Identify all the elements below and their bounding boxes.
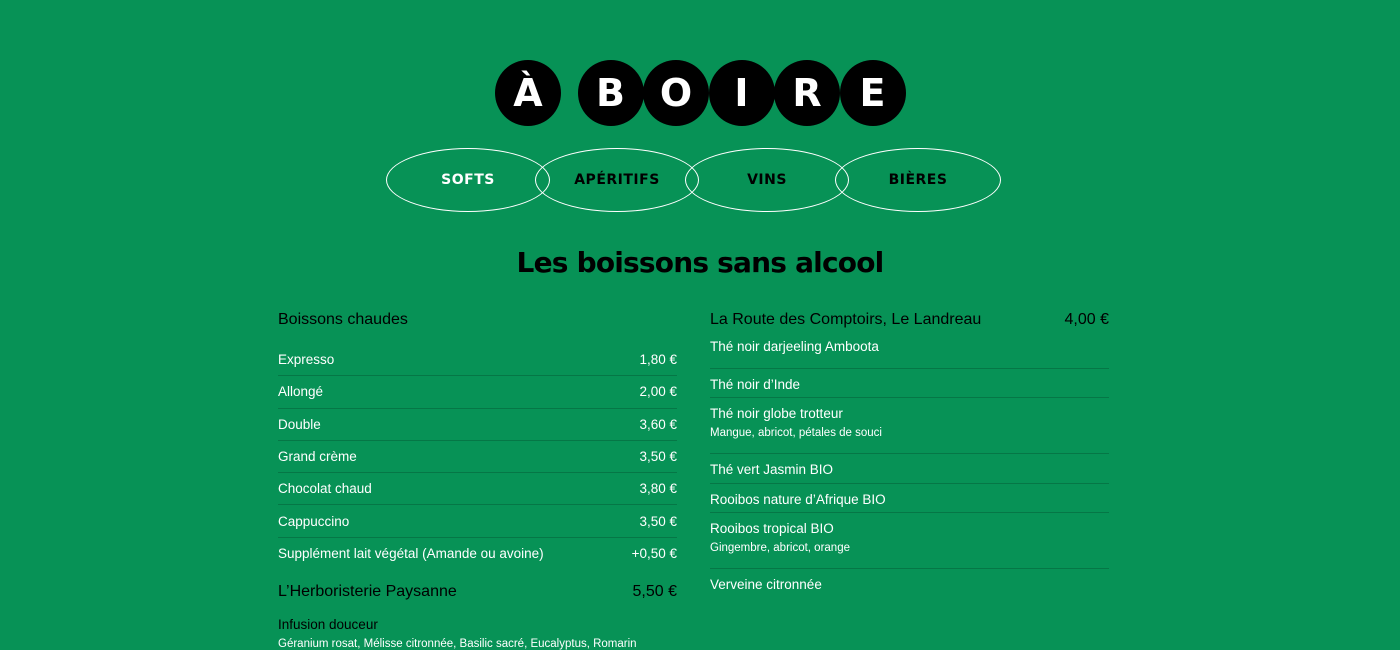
menu-row: Double 3,60 € [278,409,677,441]
item-name: Grand crème [278,449,357,465]
item-name: Allongé [278,384,324,400]
item-price: +0,50 € [631,546,677,562]
group-price: 5,50 € [632,583,677,601]
hot-drinks-list: Expresso 1,80 € Allongé 2,00 € Double 3,… [278,344,677,570]
tab-softs[interactable]: SOFTS [386,148,550,212]
tab-vins[interactable]: VINS [685,148,849,212]
menu-row: Supplément lait végétal (Amande ou avoin… [278,538,677,570]
item-price: 1,80 € [639,352,677,368]
item-name: Thé vert Jasmin BIO [710,462,834,477]
item-name: Double [278,416,321,432]
group-title: Boissons chaudes [278,311,408,328]
hero-letters: ÀBOIRE [495,60,906,126]
tea-row: Thé noir d’Inde [710,369,1109,398]
item-name: Supplément lait végétal (Amande ou avoin… [278,546,544,562]
tea-row: Rooibos nature d’Afrique BIO [710,484,1109,513]
item-price: 3,50 € [639,449,677,465]
group-title: L’Herboristerie Paysanne [278,583,457,601]
hero-letter-circle: E [839,60,906,126]
group-header-hot-drinks: Boissons chaudes [278,310,677,330]
hero-letter-circle: B [577,60,644,126]
menu-row: Allongé 2,00 € [278,376,677,409]
tab-aperitifs[interactable]: APÉRITIFS [535,148,699,212]
item-name: Rooibos nature d’Afrique BIO [710,491,886,507]
item-name: Rooibos tropical BIO [710,521,834,536]
tea-row: Thé vert Jasmin BIO [710,454,1109,484]
tea-row: Verveine citronnée [710,569,1109,599]
category-tabs: SOFTS APÉRITIFS VINS BIÈRES [386,148,1002,216]
item-price: 3,80 € [639,481,677,497]
group-price: 4,00 € [1064,311,1109,328]
section-title: Les boissons sans alcool [516,246,885,279]
menu-column-left: Boissons chaudes Expresso 1,80 € Allongé… [278,310,677,650]
hero-letter-circle: O [643,60,709,126]
item-name: Cappuccino [278,513,350,529]
menu-row: Grand crème 3,50 € [278,441,677,474]
item-price: 3,50 € [639,513,677,529]
item-price: 3,60 € [639,416,677,432]
menu-column-right: La Route des Comptoirs, Le Landreau 4,00… [710,310,1109,599]
group-header-teas: La Route des Comptoirs, Le Landreau 4,00… [710,310,1109,330]
group-header-herboristerie: L’Herboristerie Paysanne 5,50 € [278,582,677,602]
infusion-description: Géranium rosat, Mélisse citronnée, Basil… [278,638,637,650]
item-name: Thé noir globe trotteur [710,406,843,421]
menu-row: Cappuccino 3,50 € [278,505,677,538]
item-name: Verveine citronnée [710,577,822,592]
teas-list: Thé noir darjeeling Amboota Thé noir d’In… [710,339,1109,599]
group-title: La Route des Comptoirs, Le Landreau [710,311,982,328]
item-name: Expresso [278,352,335,368]
hero-letter-circle: À [495,60,561,126]
tea-row: Rooibos tropical BIO Gingembre, abricot, … [710,513,1109,569]
tab-bieres[interactable]: BIÈRES [835,148,1001,212]
item-description: Gingembre, abricot, orange [710,542,850,554]
infusion-title: Infusion douceur [278,617,378,633]
item-description: Mangue, abricot, pétales de souci [710,427,882,439]
menu-row: Expresso 1,80 € [278,344,677,377]
item-name: Thé noir darjeeling Amboota [710,339,879,354]
item-name: Chocolat chaud [278,481,372,497]
hero-letter-circle: R [774,60,840,126]
hero-letter-circle: I [708,60,775,126]
hero-title: ÀBOIRE [0,60,1400,126]
item-price: 2,00 € [639,384,677,400]
menu-row: Chocolat chaud 3,80 € [278,473,677,506]
item-name: Thé noir d’Inde [710,376,801,392]
tea-row: Thé noir globe trotteur Mangue, abricot, … [710,398,1109,454]
tea-row: Thé noir darjeeling Amboota [710,339,1109,369]
